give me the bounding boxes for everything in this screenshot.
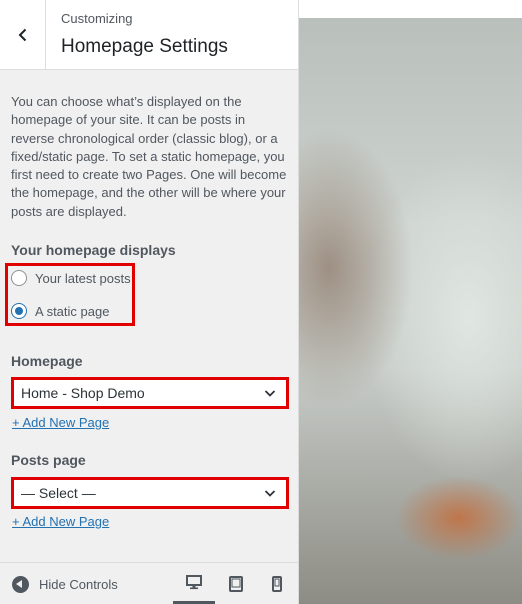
radio-button-checked[interactable] xyxy=(11,303,27,319)
chevron-down-icon xyxy=(264,390,276,397)
homepage-label: Homepage xyxy=(11,353,83,369)
mobile-icon xyxy=(272,575,282,592)
preview-mobile-button[interactable] xyxy=(256,563,298,604)
homepage-displays-label: Your homepage displays xyxy=(11,242,176,258)
preview-top-bar xyxy=(299,0,522,18)
homepage-select[interactable]: Home - Shop Demo xyxy=(11,377,289,409)
customizer-sidebar: Customizing Homepage Settings You can ch… xyxy=(0,0,299,604)
desktop-icon xyxy=(186,575,202,590)
add-new-page-link[interactable]: + Add New Page xyxy=(12,514,109,529)
collapse-arrow-icon xyxy=(12,575,29,593)
homepage-select-value: Home - Shop Demo xyxy=(21,385,145,401)
add-new-page-link[interactable]: + Add New Page xyxy=(12,415,109,430)
radio-label: A static page xyxy=(35,303,110,319)
preview-desktop-button[interactable] xyxy=(173,563,215,604)
back-button[interactable] xyxy=(0,0,46,69)
hide-controls-label: Hide Controls xyxy=(39,576,118,592)
radio-label: Your latest posts xyxy=(35,270,131,286)
radio-button[interactable] xyxy=(11,270,27,286)
posts-page-select-value: — Select — xyxy=(21,485,96,501)
site-preview-image xyxy=(299,18,522,604)
page-title: Homepage Settings xyxy=(61,36,228,57)
customizer-footer: Hide Controls xyxy=(0,562,298,604)
section-description: You can choose what’s displayed on the h… xyxy=(11,94,287,219)
tablet-icon xyxy=(229,575,243,592)
preview-tablet-button[interactable] xyxy=(215,563,257,604)
radio-static-page[interactable]: A static page xyxy=(11,303,109,319)
posts-page-select[interactable]: — Select — xyxy=(11,477,289,509)
breadcrumb: Customizing xyxy=(61,11,133,26)
chevron-left-icon xyxy=(18,28,26,41)
posts-page-label: Posts page xyxy=(11,452,86,468)
radio-latest-posts[interactable]: Your latest posts xyxy=(11,270,131,286)
section-header: Customizing Homepage Settings xyxy=(0,0,298,70)
hide-controls-button[interactable]: Hide Controls xyxy=(12,563,118,604)
chevron-down-icon xyxy=(264,490,276,497)
